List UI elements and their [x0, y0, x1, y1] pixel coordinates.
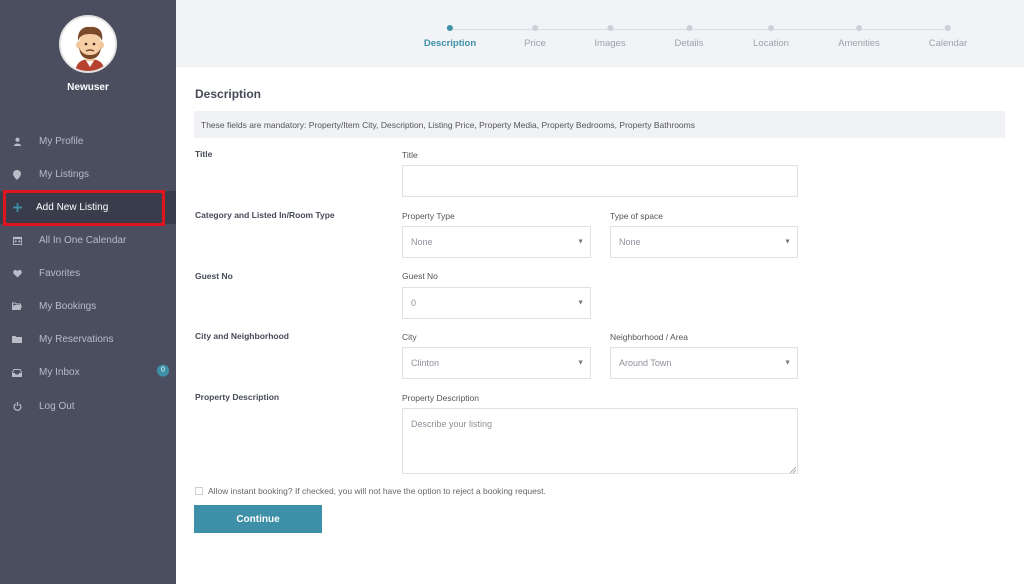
type-of-space-value: None — [619, 237, 641, 247]
sidebar: Newuser My Profile My Listings Add New L… — [0, 0, 176, 584]
guest-no-label: Guest No — [402, 271, 438, 281]
step-label: Amenities — [838, 38, 880, 49]
section-title: Description — [195, 87, 262, 101]
username: Newuser — [67, 82, 109, 93]
step-dot — [685, 25, 692, 31]
sidebar-item-label: Favorites — [39, 268, 81, 279]
step-description[interactable]: Description — [424, 25, 476, 49]
guest-row-label: Guest No — [195, 271, 233, 281]
step-dot — [532, 25, 538, 31]
folder-icon — [12, 335, 22, 345]
city-value: Clinton — [411, 358, 440, 368]
power-icon — [12, 402, 22, 412]
city-row-label: City and Neighborhood — [195, 331, 289, 341]
resize-handle-icon[interactable] — [789, 465, 797, 474]
sidebar-item-my-reservations[interactable]: My Reservations — [0, 323, 176, 356]
type-of-space-label: Type of space — [610, 211, 663, 221]
step-label: Images — [594, 38, 626, 49]
step-dot — [446, 25, 453, 31]
property-type-select[interactable]: None ▼ — [402, 226, 591, 258]
chevron-down-icon: ▼ — [577, 299, 584, 307]
chevron-down-icon: ▼ — [784, 359, 791, 367]
step-label: Location — [753, 38, 789, 49]
sidebar-item-label: My Bookings — [39, 301, 97, 312]
step-label: Calendar — [928, 38, 968, 49]
step-location[interactable]: Location — [753, 25, 789, 49]
sidebar-item-log-out[interactable]: Log Out — [0, 390, 176, 423]
map-marker-icon — [12, 169, 22, 180]
neighborhood-select[interactable]: Around Town ▼ — [610, 347, 798, 379]
city-select[interactable]: Clinton ▼ — [402, 347, 591, 379]
sidebar-item-label: My Profile — [39, 136, 84, 147]
sidebar-item-my-profile[interactable]: My Profile — [0, 125, 176, 158]
neighborhood-value: Around Town — [619, 358, 672, 368]
step-dot — [607, 25, 613, 31]
property-description-textarea[interactable]: Describe your listing — [402, 408, 798, 474]
step-amenities[interactable]: Amenities — [838, 25, 880, 49]
property-description-label: Property Description — [402, 393, 480, 403]
sidebar-item-label: My Inbox — [39, 367, 80, 378]
guest-no-select[interactable]: 0 ▼ — [402, 287, 591, 319]
folder-open-icon — [12, 302, 22, 312]
property-description-placeholder: Describe your listing — [411, 419, 493, 429]
sidebar-item-label: My Listings — [39, 169, 90, 180]
title-row-label: Title — [195, 149, 213, 159]
neighborhood-label: Neighborhood / Area — [610, 332, 688, 342]
avatar[interactable] — [59, 15, 117, 73]
sidebar-item-favorites[interactable]: Favorites — [0, 257, 176, 290]
user-icon — [12, 137, 22, 147]
guest-no-value: 0 — [411, 298, 417, 308]
sidebar-item-label: Add New Listing — [36, 202, 109, 213]
continue-button[interactable]: Continue — [194, 505, 322, 533]
property-type-value: None — [411, 237, 433, 247]
instant-booking-checkbox[interactable] — [195, 487, 203, 495]
mandatory-fields-notice: These fields are mandatory: Property/Ite… — [194, 111, 1005, 138]
step-calendar[interactable]: Calendar — [928, 25, 968, 49]
city-label: City — [402, 332, 417, 342]
step-dot — [767, 25, 774, 31]
property-type-label: Property Type — [402, 211, 455, 221]
step-dot — [856, 25, 862, 31]
chevron-down-icon: ▼ — [784, 238, 791, 246]
heart-icon — [12, 269, 22, 279]
step-details[interactable]: Details — [674, 25, 704, 49]
step-label: Description — [423, 38, 477, 49]
sidebar-item-my-bookings[interactable]: My Bookings — [0, 290, 176, 323]
instant-booking-label: Allow instant booking? If checked, you w… — [208, 486, 546, 496]
category-row-label: Category and Listed In/Room Type — [195, 210, 335, 220]
step-label: Price — [524, 38, 546, 49]
step-dot — [945, 25, 951, 31]
type-of-space-select[interactable]: None ▼ — [610, 226, 798, 258]
instant-booking-row: Allow instant booking? If checked, you w… — [195, 486, 546, 496]
sidebar-item-all-in-one-calendar[interactable]: All In One Calendar — [0, 224, 176, 257]
title-input[interactable] — [402, 165, 798, 197]
step-images[interactable]: Images — [594, 25, 626, 49]
sidebar-item-my-listings[interactable]: My Listings — [0, 158, 176, 191]
sidebar-item-add-new-listing[interactable]: Add New Listing — [0, 191, 176, 224]
sidebar-item-label: My Reservations — [39, 334, 114, 345]
inbox-icon — [12, 368, 22, 378]
sidebar-item-label: All In One Calendar — [39, 235, 127, 246]
chevron-down-icon: ▼ — [577, 359, 584, 367]
inbox-count-badge: 0 — [157, 364, 169, 377]
title-field-label: Title — [402, 150, 418, 160]
sidebar-item-my-inbox[interactable]: My Inbox 0 — [0, 356, 176, 389]
step-price[interactable]: Price — [524, 25, 546, 49]
chevron-down-icon: ▼ — [577, 238, 584, 246]
calendar-icon — [12, 236, 22, 246]
wizard-steps: Description Price Images Details Locatio… — [176, 0, 1024, 67]
description-row-label: Property Description — [195, 392, 280, 402]
step-label: Details — [674, 38, 704, 49]
plus-icon — [12, 203, 22, 213]
sidebar-item-label: Log Out — [39, 401, 75, 412]
